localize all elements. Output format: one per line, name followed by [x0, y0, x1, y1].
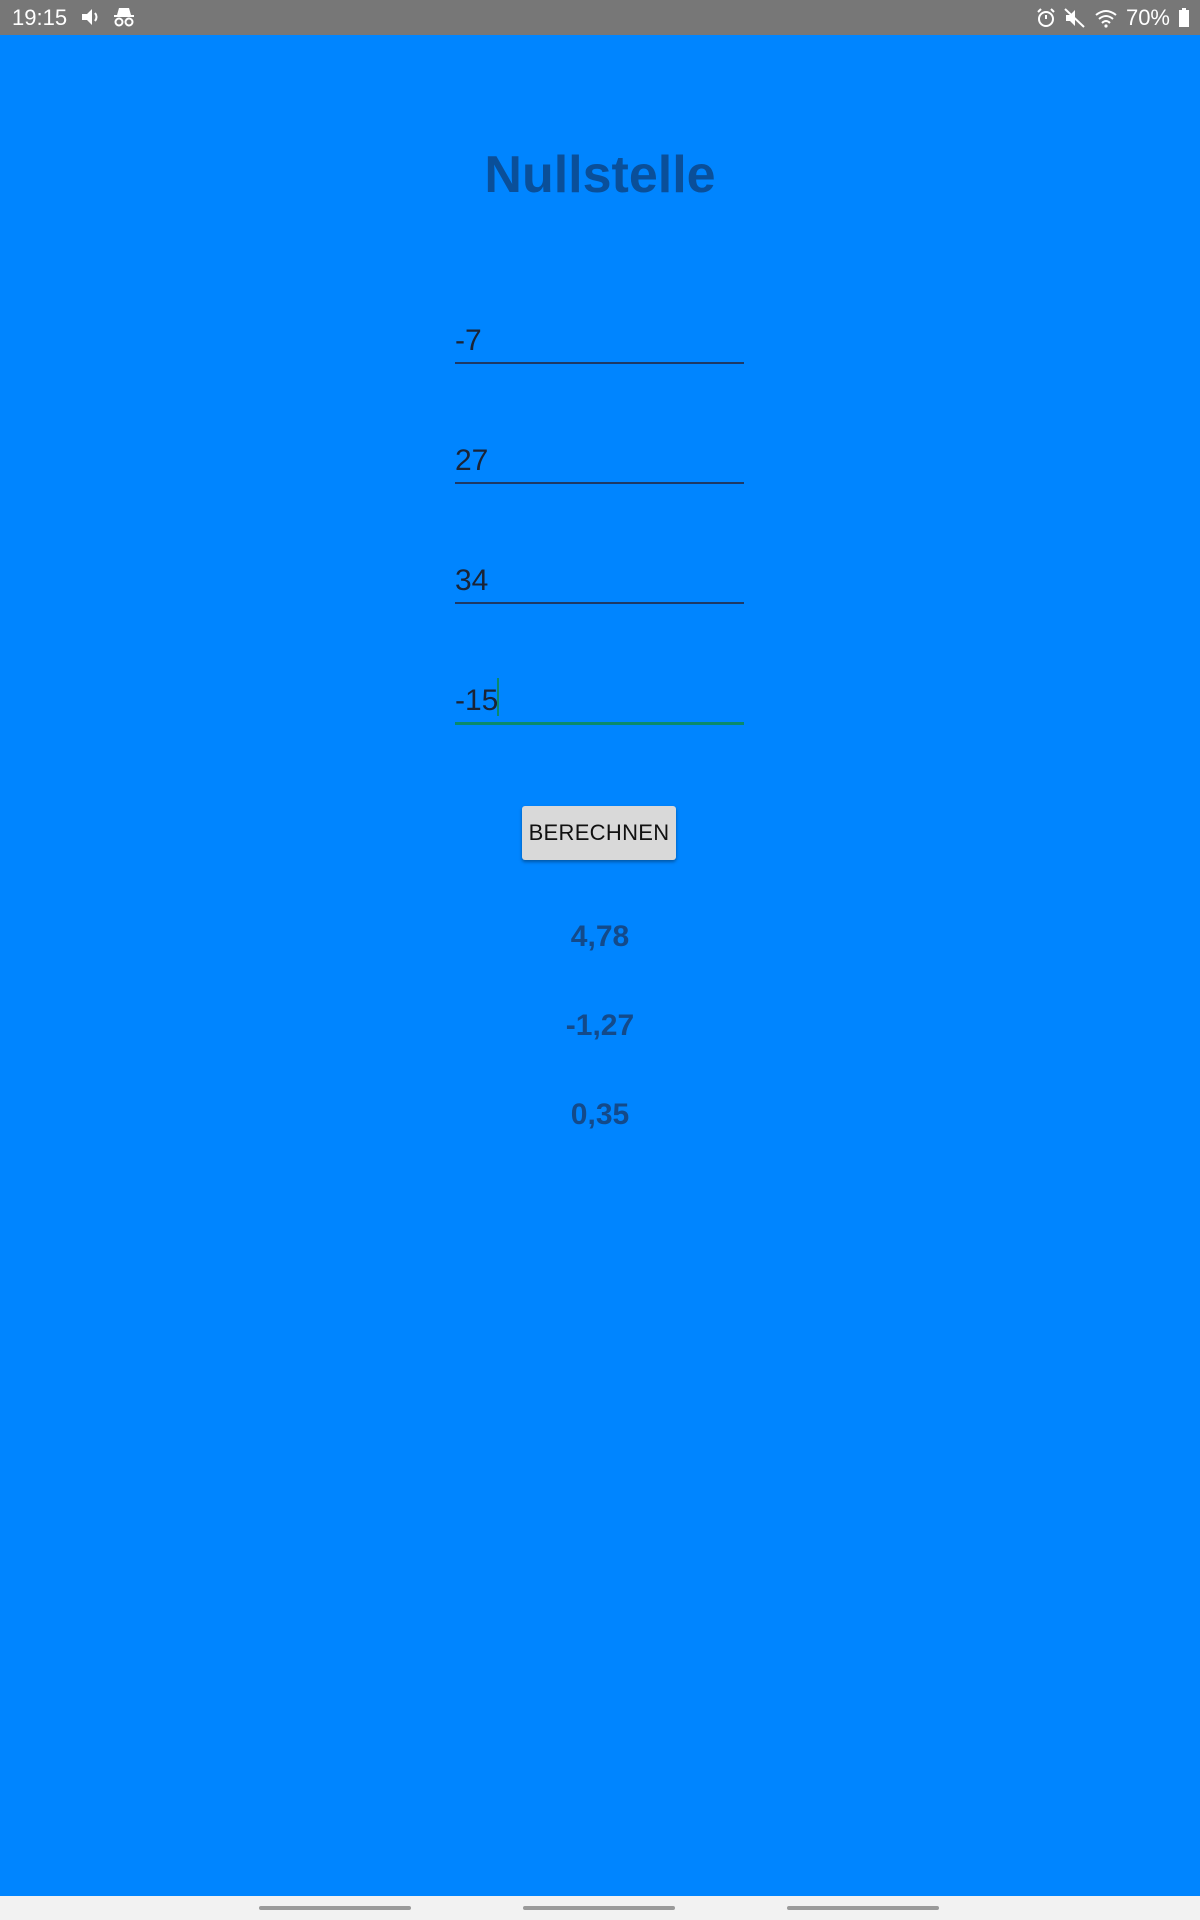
navigation-bar [0, 1896, 1200, 1920]
input-field-2[interactable] [455, 430, 744, 484]
calculate-button[interactable]: BERECHNEN [522, 806, 676, 860]
battery-icon [1178, 8, 1190, 28]
home-handle[interactable] [523, 1906, 675, 1910]
result-root-1: 4,78 [570, 920, 630, 953]
back-handle[interactable] [787, 1906, 939, 1910]
wifi-icon [1094, 8, 1118, 28]
input-field-4[interactable] [455, 670, 744, 725]
incognito-icon [112, 6, 136, 28]
alarm-icon [1036, 8, 1056, 28]
mute-icon [1064, 8, 1086, 28]
page-title: Nullstelle [484, 146, 716, 204]
result-root-3: 0,35 [570, 1098, 630, 1131]
status-time: 19:15 [12, 5, 68, 30]
coefficient-input-3[interactable] [455, 564, 735, 598]
speaker-icon [80, 6, 102, 28]
text-cursor [497, 678, 499, 716]
input-field-1[interactable] [455, 310, 744, 364]
input-field-3[interactable] [455, 550, 744, 604]
result-root-2: -1,27 [565, 1009, 635, 1042]
battery-percentage: 70% [1125, 5, 1170, 30]
coefficient-input-2[interactable] [455, 444, 735, 478]
status-bar: 19:15 70% [0, 0, 1200, 35]
recent-apps-handle[interactable] [259, 1906, 411, 1910]
coefficient-input-1[interactable] [455, 324, 735, 358]
